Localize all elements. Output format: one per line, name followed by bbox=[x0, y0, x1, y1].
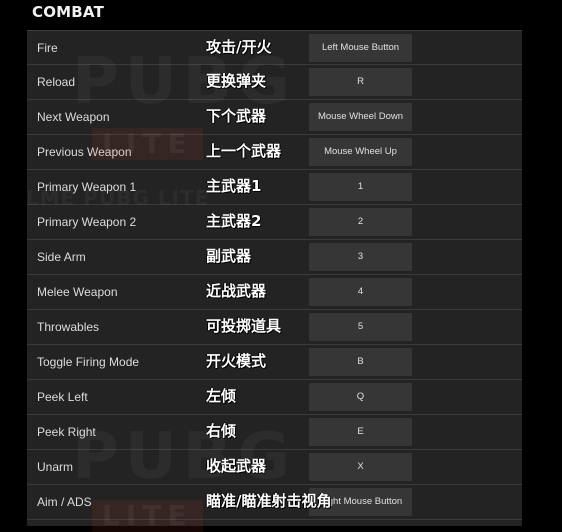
action-label: Unarm bbox=[37, 460, 74, 474]
key-binding-button[interactable]: 2 bbox=[309, 208, 412, 236]
key-binding-button[interactable]: Mouse Wheel Up bbox=[309, 138, 412, 166]
key-binding-button[interactable]: 4 bbox=[309, 278, 412, 306]
keybinding-row-primary-weapon-2: Primary Weapon 2 2 主武器2 bbox=[27, 205, 522, 240]
keybinding-row-reload: Reload R 更换弹夹 bbox=[27, 65, 522, 100]
keybinding-list: Fire Left Mouse Button 攻击/开火 Reload R 更换… bbox=[27, 30, 522, 520]
keybinding-row-melee-weapon: Melee Weapon 4 近战武器 bbox=[27, 275, 522, 310]
action-label: Previous Weapon bbox=[37, 145, 132, 159]
chinese-annotation: 上一个武器 bbox=[206, 142, 282, 160]
chinese-annotation: 主武器2 bbox=[206, 212, 262, 230]
keybinding-row-fire: Fire Left Mouse Button 攻击/开火 bbox=[27, 30, 522, 65]
chinese-annotation: 主武器1 bbox=[206, 177, 262, 195]
key-binding-button[interactable]: Q bbox=[309, 383, 412, 411]
keybinding-row-next-weapon: Next Weapon Mouse Wheel Down 下个武器 bbox=[27, 100, 522, 135]
action-label: Throwables bbox=[37, 320, 100, 334]
chinese-annotation: 近战武器 bbox=[206, 282, 267, 300]
keybinding-row-toggle-firing-mode: Toggle Firing Mode B 开火模式 bbox=[27, 345, 522, 380]
keybinding-row-peek-right: Peek Right E 右倾 bbox=[27, 415, 522, 450]
key-binding-button[interactable]: Mouse Wheel Down bbox=[309, 103, 412, 131]
action-label: Melee Weapon bbox=[37, 285, 118, 299]
chinese-annotation: 收起武器 bbox=[206, 457, 267, 475]
chinese-annotation: 瞄准/瞄准射击视角 bbox=[206, 492, 332, 510]
chinese-annotation: 开火模式 bbox=[206, 352, 267, 370]
section-title-combat: COMBAT bbox=[32, 3, 104, 21]
key-binding-button[interactable]: Left Mouse Button bbox=[309, 34, 412, 62]
chinese-annotation: 攻击/开火 bbox=[206, 38, 272, 56]
keybinding-row-side-arm: Side Arm 3 副武器 bbox=[27, 240, 522, 275]
action-label: Reload bbox=[37, 75, 76, 89]
chinese-annotation: 可投掷道具 bbox=[206, 317, 282, 335]
key-binding-button[interactable]: B bbox=[309, 348, 412, 376]
action-label: Peek Left bbox=[37, 390, 88, 404]
action-label: Peek Right bbox=[37, 425, 96, 439]
key-binding-button[interactable]: R bbox=[309, 68, 412, 96]
keybinding-row-peek-left: Peek Left Q 左倾 bbox=[27, 380, 522, 415]
keybinding-row-unarm: Unarm X 收起武器 bbox=[27, 450, 522, 485]
action-label: Fire bbox=[37, 41, 58, 55]
action-label: Side Arm bbox=[37, 250, 86, 264]
keybinding-row-primary-weapon-1: Primary Weapon 1 1 主武器1 bbox=[27, 170, 522, 205]
keybinding-row-previous-weapon: Previous Weapon Mouse Wheel Up 上一个武器 bbox=[27, 135, 522, 170]
action-label: Primary Weapon 2 bbox=[37, 215, 137, 229]
action-label: Toggle Firing Mode bbox=[37, 355, 140, 369]
chinese-annotation: 更换弹夹 bbox=[206, 72, 267, 90]
chinese-annotation: 副武器 bbox=[206, 247, 252, 265]
chinese-annotation: 右倾 bbox=[206, 422, 237, 440]
action-label: Primary Weapon 1 bbox=[37, 180, 137, 194]
chinese-annotation: 左倾 bbox=[206, 387, 237, 405]
key-binding-button[interactable]: 3 bbox=[309, 243, 412, 271]
action-label: Aim / ADS bbox=[37, 495, 92, 509]
keybinding-row-throwables: Throwables 5 可投掷道具 bbox=[27, 310, 522, 345]
key-binding-button[interactable]: 1 bbox=[309, 173, 412, 201]
keybinding-row-aim-ads: Aim / ADS Right Mouse Button 瞄准/瞄准射击视角 bbox=[27, 485, 522, 520]
key-binding-button[interactable]: E bbox=[309, 418, 412, 446]
key-binding-button[interactable]: 5 bbox=[309, 313, 412, 341]
chinese-annotation: 下个武器 bbox=[206, 107, 267, 125]
key-binding-button[interactable]: X bbox=[309, 453, 412, 481]
action-label: Next Weapon bbox=[37, 110, 110, 124]
